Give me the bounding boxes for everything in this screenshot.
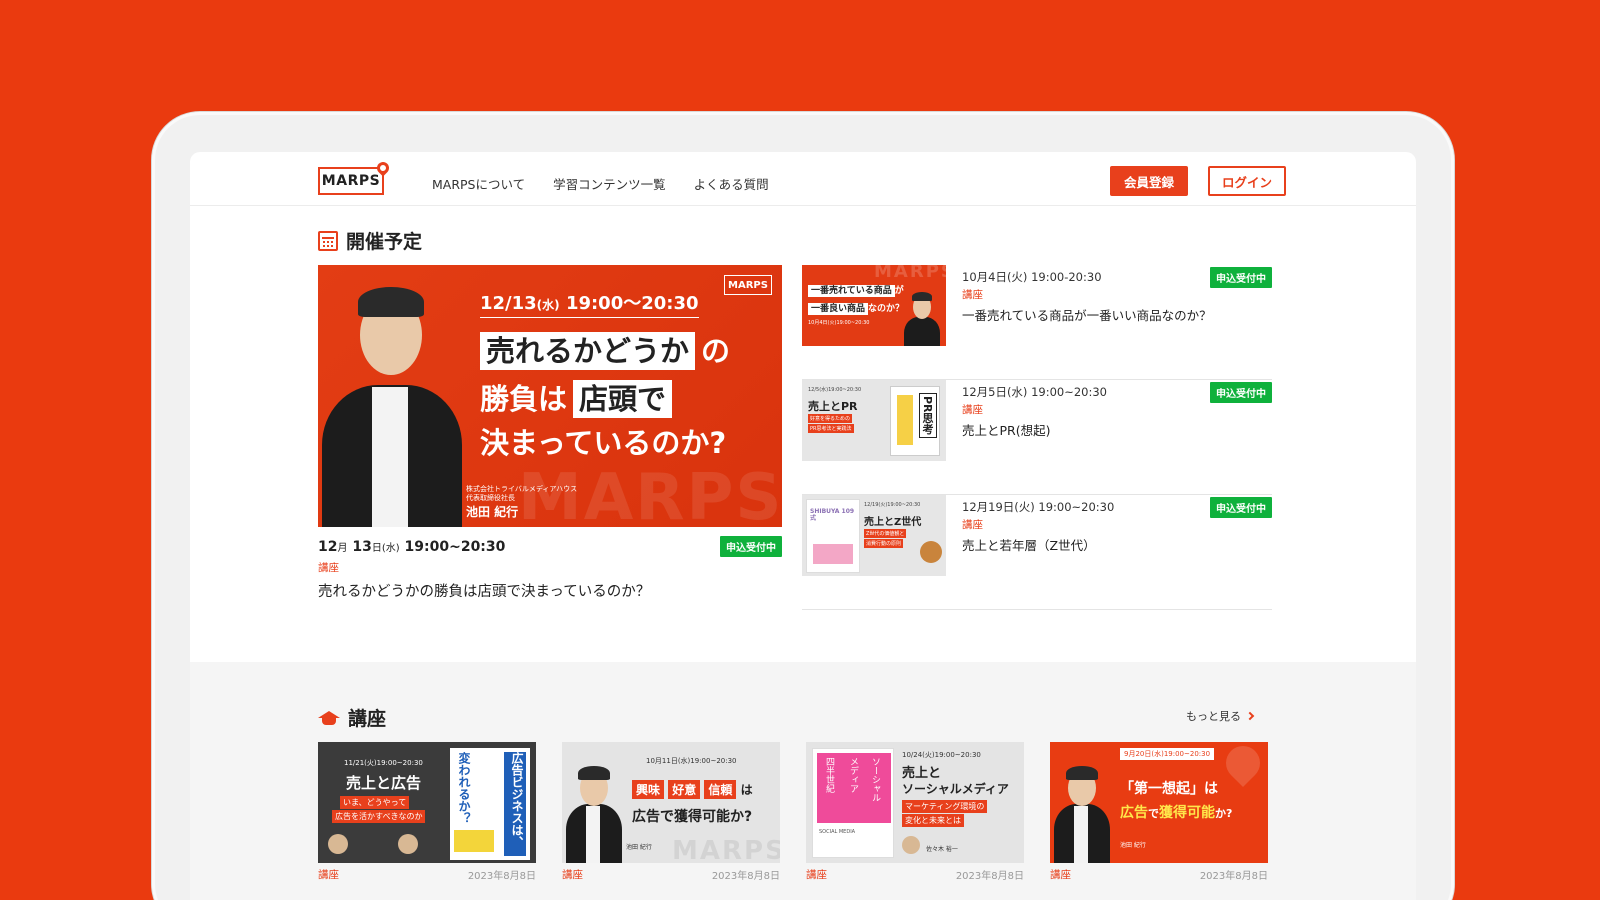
- featured-event-image[interactable]: MARPS MARPS 12/13(水) 19:00〜20:30 売れるかどうか…: [318, 265, 782, 527]
- graduation-cap-icon: [318, 709, 340, 727]
- login-button[interactable]: ログイン: [1208, 166, 1286, 196]
- browser-screen: MARPS MARPSについて 学習コンテンツ一覧 よくある質問 会員登録 ログ…: [190, 152, 1416, 900]
- course-thumbnail: 11/21(火)19:00~20:30 売上と広告 いま、どうやって 広告を活か…: [318, 742, 536, 863]
- featured-date: 12月 13日(水) 19:00~20:30: [318, 538, 506, 555]
- category-label: 講座: [806, 869, 827, 881]
- register-button[interactable]: 会員登録: [1110, 166, 1188, 196]
- category-label: 講座: [1050, 869, 1071, 881]
- event-list-item[interactable]: MARPS 一番売れている商品が 一番良い商品なのか？ 10月4日(火)19:0…: [802, 265, 1272, 380]
- event-thumbnail: SHIBUYA 109式 12/19(火)19:00~20:30 売上とZ世代 …: [802, 495, 946, 576]
- course-thumbnail: MARPS 10月11日(水)19:00~20:30 興味 好意 信頼 は 広告…: [562, 742, 780, 863]
- banner-headline-2: 勝負は 店頭で: [480, 380, 673, 418]
- banner-datetime: 12/13(水) 19:00〜20:30: [480, 289, 699, 318]
- banner-logo: MARPS: [724, 275, 772, 295]
- event-title[interactable]: 売上とPR(想起): [962, 420, 1050, 439]
- event-date: 12月19日(火) 19:00~20:30: [962, 500, 1115, 514]
- event-thumbnail: 12/5(水)19:00~20:30 売上とPR 好意を得るための PR思考法と…: [802, 380, 946, 461]
- category-label: 講座: [318, 562, 339, 574]
- more-link[interactable]: もっと見る: [1186, 708, 1255, 724]
- course-card[interactable]: 11/21(火)19:00~20:30 売上と広告 いま、どうやって 広告を活か…: [318, 742, 536, 882]
- event-date: 12月5日(水) 19:00~20:30: [962, 385, 1107, 399]
- category-label: 講座: [562, 869, 583, 881]
- course-thumbnail: ソーシャル メディア 四半世紀 SOCIAL MEDIA 10/24(火)19:…: [806, 742, 1024, 863]
- featured-event-meta: 12月 13日(水) 19:00~20:30 申込受付中 講座 売れるかどうかの…: [318, 536, 782, 601]
- nav-faq[interactable]: よくある質問: [694, 174, 769, 193]
- status-badge: 申込受付中: [720, 536, 782, 557]
- nav-about[interactable]: MARPSについて: [432, 174, 525, 193]
- category-label: 講座: [962, 519, 983, 531]
- speaker-photo: [318, 265, 468, 527]
- calendar-icon: [318, 230, 338, 251]
- banner-headline-1: 売れるかどうかの: [480, 332, 730, 370]
- course-thumbnail: 9月20日(水)19:00~20:30 「第一想起」は 広告で獲得可能か? 池田…: [1050, 742, 1268, 863]
- course-card[interactable]: MARPS 10月11日(水)19:00~20:30 興味 好意 信頼 は 広告…: [562, 742, 780, 882]
- event-date: 10月4日(火) 19:00-20:30: [962, 270, 1102, 284]
- status-badge: 申込受付中: [1210, 497, 1272, 518]
- main-nav: MARPSについて 学習コンテンツ一覧 よくある質問: [432, 174, 769, 193]
- card-date: 2023年8月8日: [467, 871, 536, 882]
- category-label: 講座: [962, 404, 983, 416]
- chevron-right-icon: [1245, 711, 1255, 721]
- card-date: 2023年8月8日: [1199, 871, 1268, 882]
- banner-speaker-name: 池田 紀行: [466, 505, 519, 519]
- category-label: 講座: [318, 869, 339, 881]
- event-list-item[interactable]: 12/5(水)19:00~20:30 売上とPR 好意を得るための PR思考法と…: [802, 380, 1272, 495]
- event-title[interactable]: 売上と若年層（Z世代）: [962, 535, 1096, 554]
- marps-logo[interactable]: MARPS: [318, 159, 392, 195]
- banner-headline-3: 決まっているのか?: [480, 426, 727, 460]
- event-title[interactable]: 一番売れている商品が一番いい商品なのか？: [962, 305, 1212, 324]
- status-badge: 申込受付中: [1210, 382, 1272, 403]
- nav-contents[interactable]: 学習コンテンツ一覧: [553, 174, 666, 193]
- status-badge: 申込受付中: [1210, 267, 1272, 288]
- upcoming-heading: 開催予定: [318, 227, 422, 254]
- featured-title[interactable]: 売れるかどうかの勝負は店頭で決まっているのか？: [318, 580, 782, 601]
- site-header: MARPS MARPSについて 学習コンテンツ一覧 よくある質問 会員登録 ログ…: [190, 152, 1416, 206]
- card-date: 2023年8月8日: [955, 871, 1024, 882]
- banner-company: 株式会社トライバルメディアハウス 代表取締役社長: [466, 485, 578, 503]
- course-card[interactable]: ソーシャル メディア 四半世紀 SOCIAL MEDIA 10/24(火)19:…: [806, 742, 1024, 882]
- course-card[interactable]: 9月20日(水)19:00~20:30 「第一想起」は 広告で獲得可能か? 池田…: [1050, 742, 1268, 882]
- event-thumbnail: MARPS 一番売れている商品が 一番良い商品なのか？ 10月4日(火)19:0…: [802, 265, 946, 346]
- event-list-item[interactable]: SHIBUYA 109式 12/19(火)19:00~20:30 売上とZ世代 …: [802, 495, 1272, 610]
- category-label: 講座: [962, 289, 983, 301]
- card-date: 2023年8月8日: [711, 871, 780, 882]
- courses-heading: 講座: [318, 704, 386, 731]
